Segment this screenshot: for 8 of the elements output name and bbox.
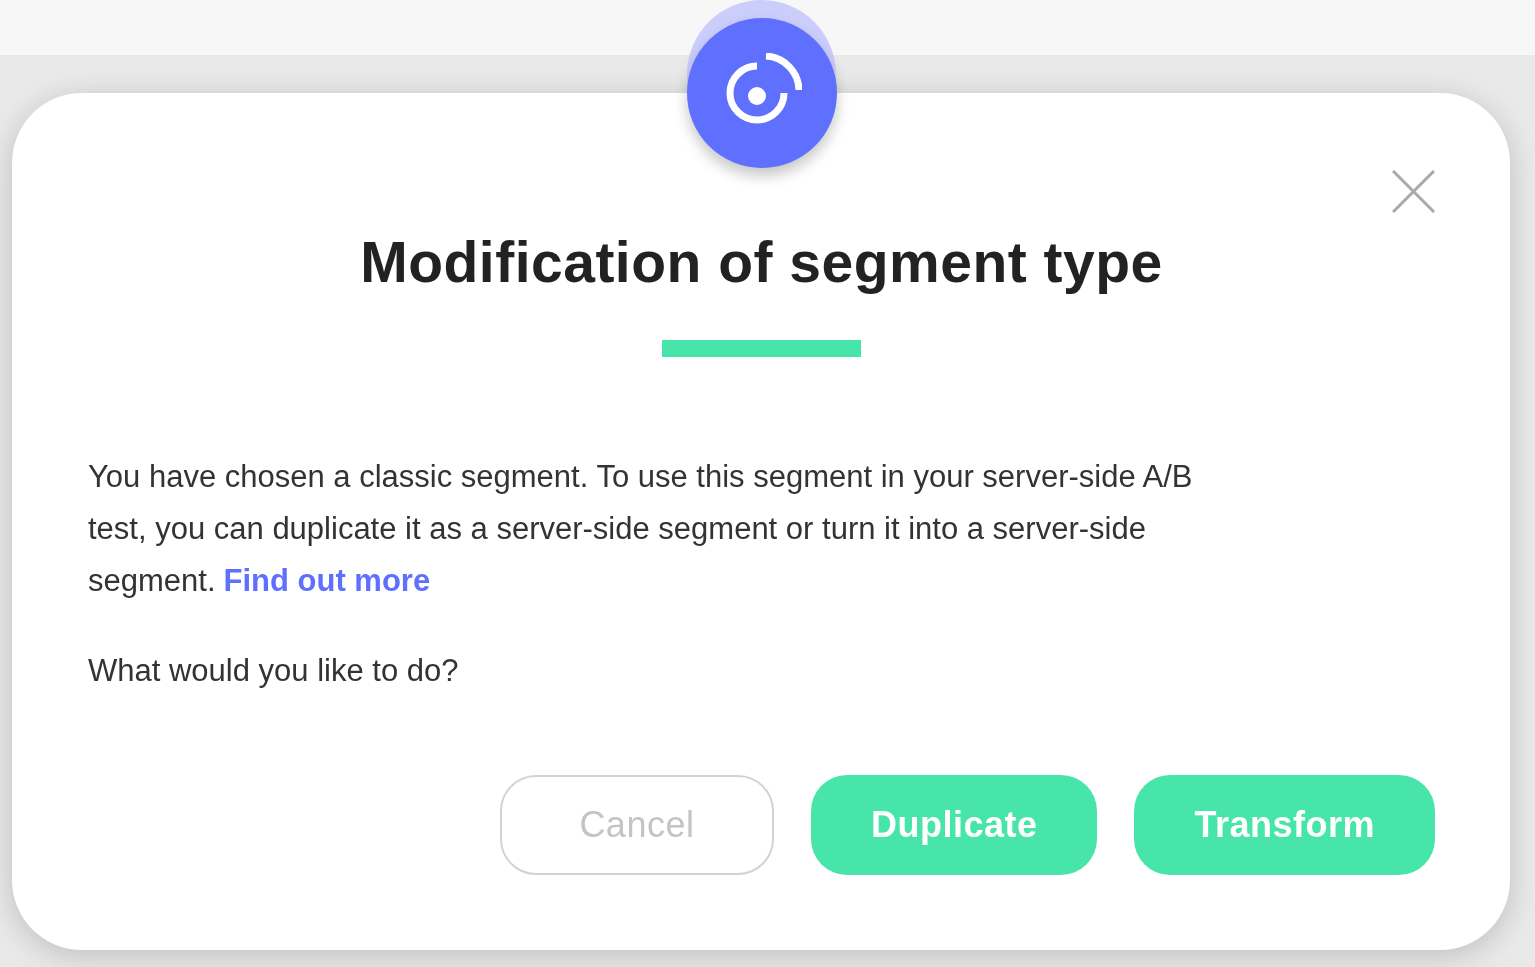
action-button[interactable]: Transform [1134,775,1435,875]
dialog-title: Modification of segment type [359,229,1164,296]
close-button[interactable] [1392,170,1435,213]
action-button[interactable]: Duplicate [810,775,1098,875]
find-out-more-link[interactable]: Find out more [223,563,431,599]
question-text: What would you like to do? [88,652,460,691]
message-text: You have chosen a classic segment. To use this segment in your server-side A/B test, you can duplicate it as a server-side segment or turn it into a server-side segment. Find out more [88,458,1194,601]
cancel-button[interactable]: Cancel [499,775,774,875]
